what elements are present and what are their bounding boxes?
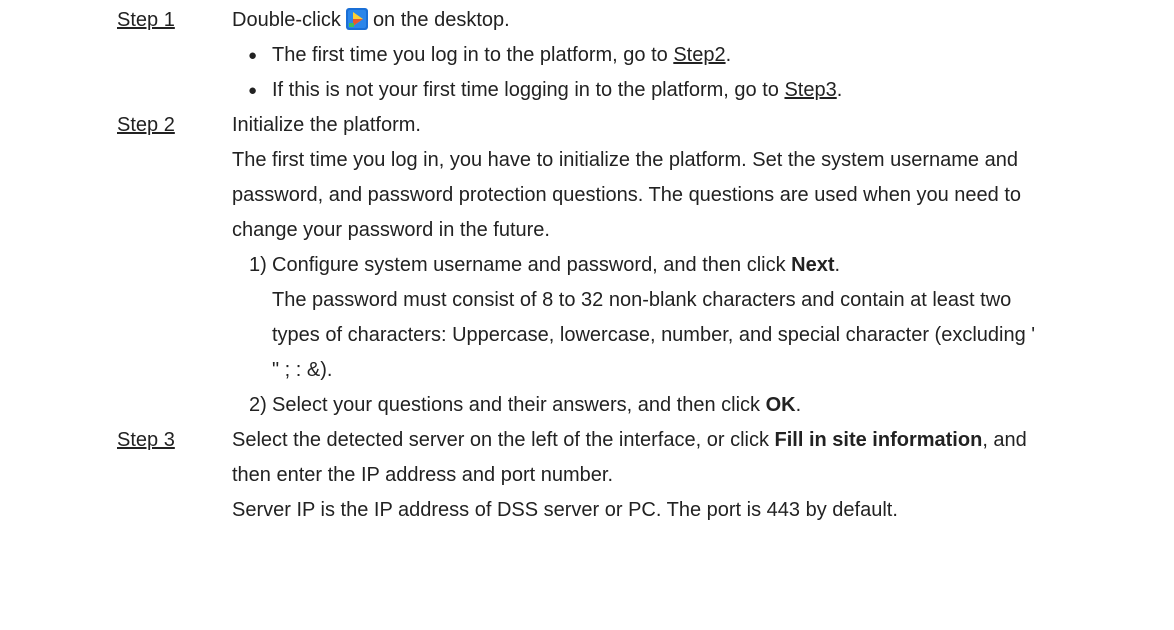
- step2-desc-line-1: The first time you log in, you have to i…: [0, 143, 1174, 178]
- step3-link[interactable]: Step3: [784, 79, 836, 101]
- substep-number: 2): [249, 394, 267, 416]
- bullet-text: The first time you log in to the platfor…: [272, 44, 674, 66]
- substep-number: 1): [249, 254, 267, 276]
- step3-text-2: then enter the IP address and port numbe…: [232, 464, 613, 486]
- dss-client-app-icon: [345, 7, 368, 30]
- password-note-line-3: " ; : &).: [0, 353, 1174, 388]
- substep-text: Select your questions and their answers,…: [272, 394, 766, 416]
- substep-suffix: .: [834, 254, 841, 276]
- next-button-ref: Next: [791, 254, 835, 276]
- step1-bullet-2: ● If this is not your first time logging…: [0, 73, 1174, 108]
- password-note-line-1: The password must consist of 8 to 32 non…: [0, 283, 1174, 318]
- step3-line-3: Server IP is the IP address of DSS serve…: [0, 493, 1174, 528]
- desc-text: password, and password protection questi…: [232, 184, 1022, 206]
- step1-label[interactable]: Step 1: [117, 3, 175, 38]
- bullet-text: If this is not your first time logging i…: [272, 79, 785, 101]
- note-text: types of characters: Uppercase, lowercas…: [272, 324, 1036, 346]
- substep-suffix: .: [795, 394, 802, 416]
- bullet-dot: ●: [248, 82, 258, 99]
- step2-desc-line-2: password, and password protection questi…: [0, 178, 1174, 213]
- bullet-dot: ●: [248, 47, 258, 64]
- password-note-line-2: types of characters: Uppercase, lowercas…: [0, 318, 1174, 353]
- document-page: Step 1 Double-click on the desktop. ● The…: [0, 0, 1174, 630]
- step3-text-3: Server IP is the IP address of DSS serve…: [232, 499, 898, 521]
- step3-label[interactable]: Step 3: [117, 423, 175, 458]
- desc-text: change your password in the future.: [232, 219, 550, 241]
- fill-site-info-ref: Fill in site information: [774, 429, 983, 451]
- step2-substep-1: 1) Configure system username and passwor…: [0, 248, 1174, 283]
- step1-text: Double-click on the desktop.: [232, 3, 510, 38]
- ok-button-ref: OK: [765, 394, 796, 416]
- note-text: " ; : &).: [272, 359, 333, 381]
- step3-line-2: then enter the IP address and port numbe…: [0, 458, 1174, 493]
- step1-row: Step 1 Double-click on the desktop.: [0, 3, 1174, 38]
- bullet-suffix: .: [725, 44, 732, 66]
- step2-link[interactable]: Step2: [673, 44, 725, 66]
- step2-desc-line-3: change your password in the future.: [0, 213, 1174, 248]
- step2-title: Initialize the platform.: [232, 114, 421, 136]
- note-text: The password must consist of 8 to 32 non…: [272, 289, 1012, 311]
- step1-bullet-1: ● The first time you log in to the platf…: [0, 38, 1174, 73]
- step3-row: Step 3 Select the detected server on the…: [0, 423, 1174, 458]
- desc-text: The first time you log in, you have to i…: [232, 149, 1018, 171]
- step3-suffix: , and: [982, 429, 1027, 451]
- step3-text: Select the detected server on the left o…: [232, 429, 775, 451]
- step2-substep-2: 2) Select your questions and their answe…: [0, 388, 1174, 423]
- substep-text: Configure system username and password, …: [272, 254, 792, 276]
- bullet-suffix: .: [836, 79, 843, 101]
- step1-text-before: Double-click: [232, 9, 341, 31]
- step2-label[interactable]: Step 2: [117, 108, 175, 143]
- step2-row: Step 2 Initialize the platform.: [0, 108, 1174, 143]
- step1-text-after: on the desktop.: [372, 9, 510, 31]
